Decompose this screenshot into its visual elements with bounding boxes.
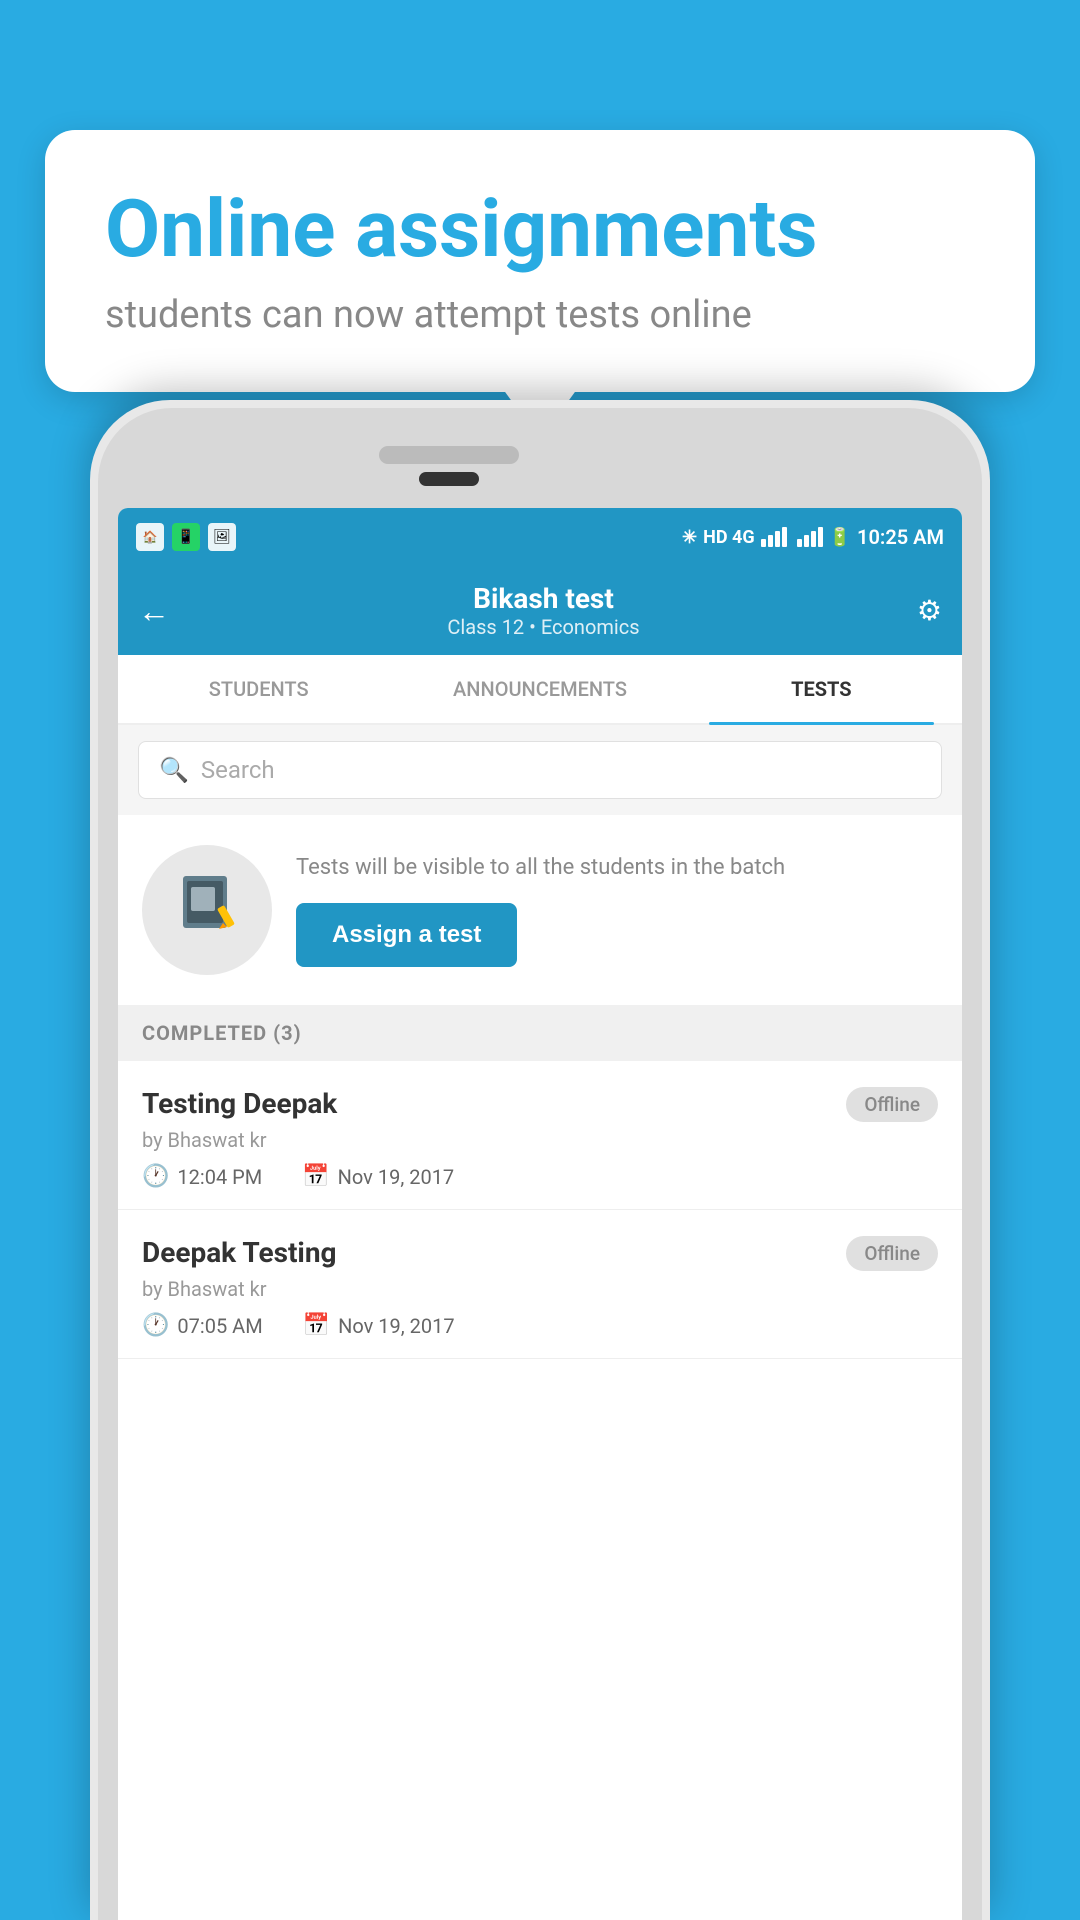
assign-test-button[interactable]: Assign a test [296,903,517,967]
calendar-icon: 📅 [302,1164,329,1189]
phone-screen: 🏠 📱 🖼 ✳ HD 4G [118,508,962,1920]
app-bar: ← Bikash test Class 12 • Economics ⚙ [118,566,962,655]
test-item[interactable]: Testing Deepak Offline by Bhaswat kr 🕐 1… [118,1061,962,1210]
tab-students[interactable]: STUDENTS [118,655,399,723]
bubble-subtitle: students can now attempt tests online [105,293,975,337]
back-button[interactable]: ← [138,592,170,630]
assign-icon-circle [142,845,272,975]
whatsapp-icon: 📱 [172,523,200,551]
test-badge-offline-2: Offline [846,1236,938,1271]
test-item-header-2: Deepak Testing Offline [142,1236,938,1271]
test-badge-offline: Offline [846,1087,938,1122]
battery-icon: 🔋 [829,527,851,548]
speech-bubble: Online assignments students can now atte… [45,130,1035,392]
completed-section-header: COMPLETED (3) [118,1005,962,1061]
status-right: ✳ HD 4G 🔋 10:25 AM [682,525,944,549]
test-meta-2: 🕐 07:05 AM 📅 Nov 19, 2017 [142,1313,938,1338]
app-bar-center: Bikash test Class 12 • Economics [170,582,917,639]
test-date: 📅 Nov 19, 2017 [302,1164,454,1189]
notebook-icon [175,871,240,950]
clock-icon: 🕐 [142,1164,169,1189]
tab-tests[interactable]: TESTS [681,655,962,723]
search-container: 🔍 Search [118,725,962,815]
class-title: Bikash test [170,582,917,615]
search-icon: 🔍 [159,756,189,784]
test-author-2: by Bhaswat kr [142,1277,938,1301]
test-name: Testing Deepak [142,1087,337,1120]
test-meta: 🕐 12:04 PM 📅 Nov 19, 2017 [142,1164,938,1189]
phone-speaker [379,446,519,464]
phone-frame: 🏠 📱 🖼 ✳ HD 4G [90,400,990,1920]
bluetooth-icon: ✳ [682,527,697,548]
assign-description: Tests will be visible to all the student… [296,853,938,884]
test-item-2[interactable]: Deepak Testing Offline by Bhaswat kr 🕐 0… [118,1210,962,1359]
tabs-container: STUDENTS ANNOUNCEMENTS TESTS [118,655,962,725]
app-icon-1: 🏠 [136,523,164,551]
status-bar: 🏠 📱 🖼 ✳ HD 4G [118,508,962,566]
tab-announcements[interactable]: ANNOUNCEMENTS [399,655,680,723]
assign-section: Tests will be visible to all the student… [118,815,962,1005]
settings-button[interactable]: ⚙ [917,594,942,627]
signal-strength [761,527,787,547]
gallery-icon: 🖼 [208,523,236,551]
test-time-2: 🕐 07:05 AM [142,1313,263,1338]
search-placeholder: Search [201,756,275,784]
test-time: 🕐 12:04 PM [142,1164,262,1189]
time-display: 10:25 AM [857,525,944,549]
clock-icon-2: 🕐 [142,1313,169,1338]
network-label: HD 4G [703,527,754,548]
test-date-2: 📅 Nov 19, 2017 [303,1313,455,1338]
search-bar[interactable]: 🔍 Search [138,741,942,799]
bubble-title: Online assignments [105,185,975,273]
test-author: by Bhaswat kr [142,1128,938,1152]
status-icons: 🏠 📱 🖼 [136,523,236,551]
class-subtitle: Class 12 • Economics [170,615,917,639]
test-name-2: Deepak Testing [142,1236,337,1269]
calendar-icon-2: 📅 [303,1313,330,1338]
phone-top-decor [98,436,982,486]
phone-inner: 🏠 📱 🖼 ✳ HD 4G [98,408,982,1920]
test-item-header: Testing Deepak Offline [142,1087,938,1122]
assign-right: Tests will be visible to all the student… [296,853,938,968]
signal-strength-2 [797,527,823,547]
phone-earpiece [419,472,479,486]
